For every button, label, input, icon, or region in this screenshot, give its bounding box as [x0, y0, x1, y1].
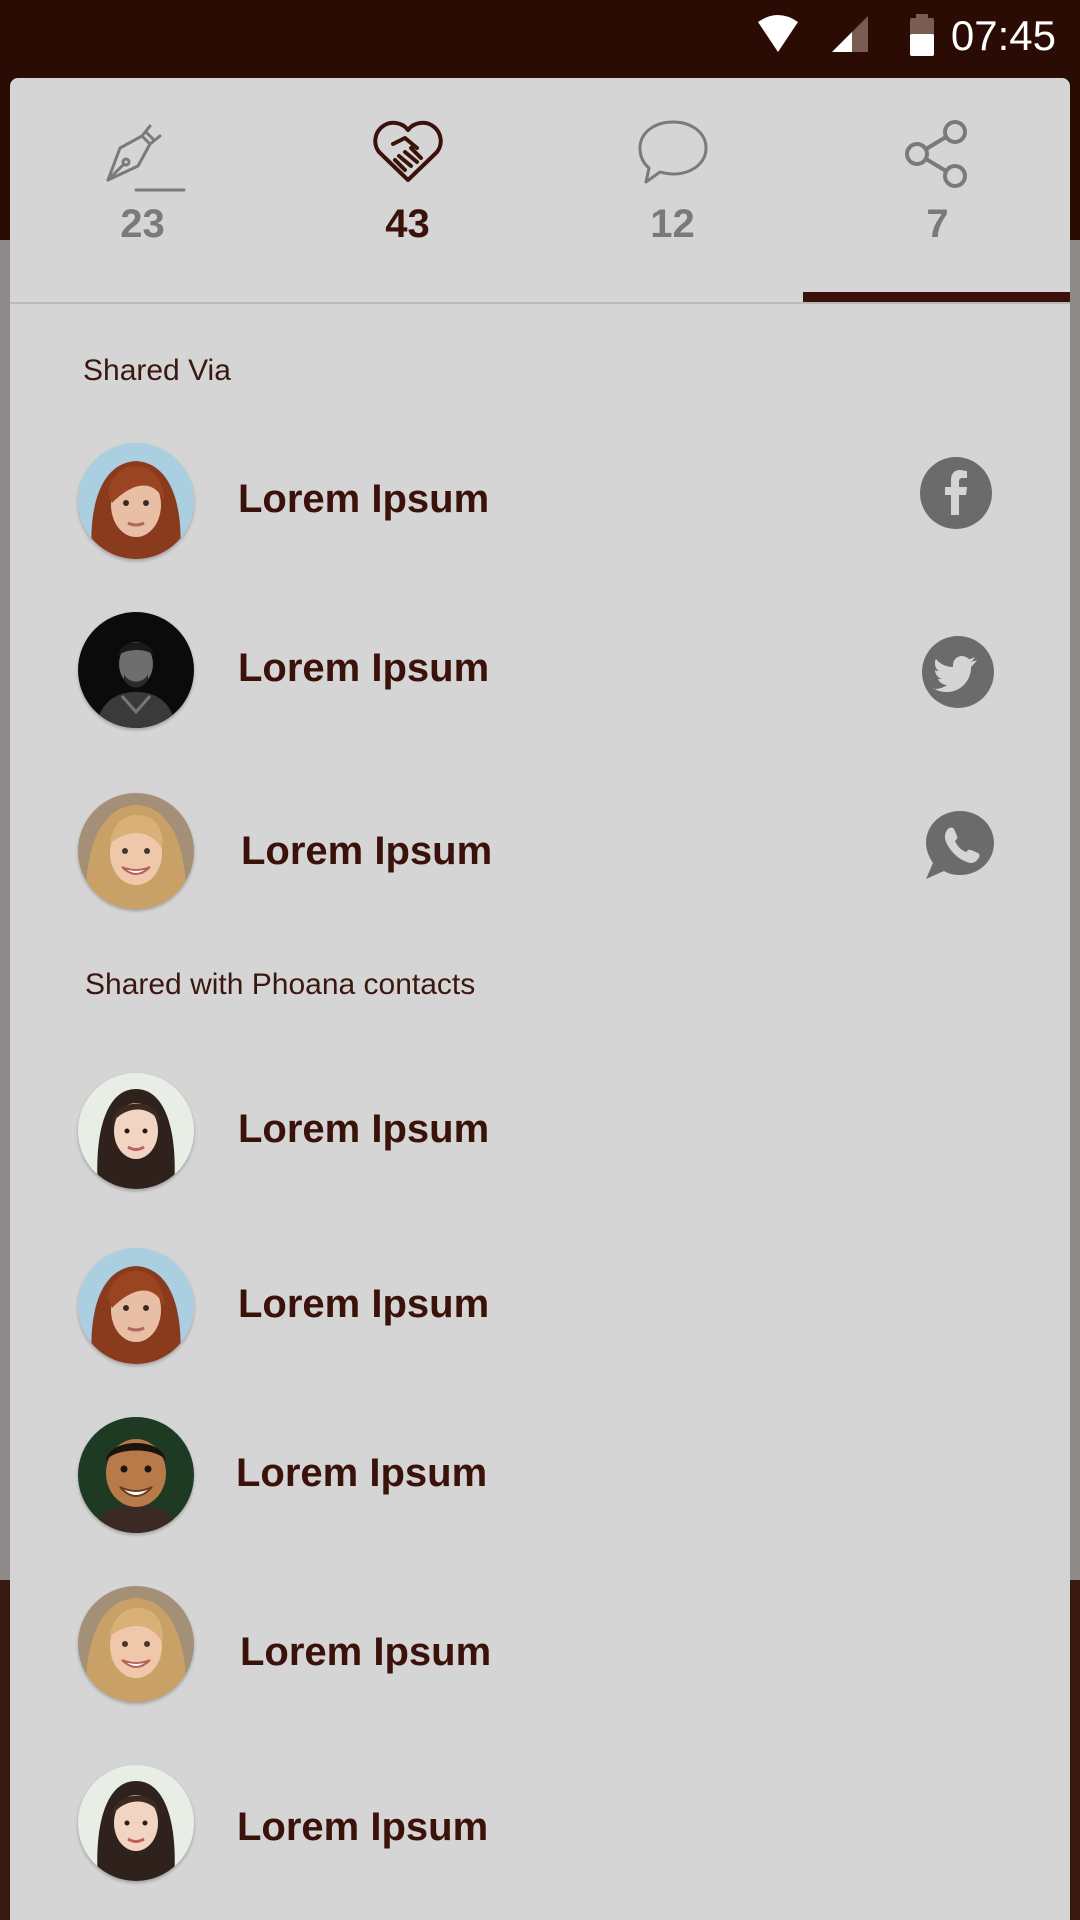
list-item[interactable]: Lorem Ipsum [10, 443, 1070, 563]
section-title-shared-via: Shared Via [83, 354, 231, 387]
status-time: 07:45 [950, 12, 1056, 59]
contact-name: Lorem Ipsum [238, 1282, 490, 1326]
avatar [78, 1417, 194, 1533]
section-title-shared-with: Shared with Phoana contacts [85, 968, 476, 1001]
pen-icon [106, 124, 185, 192]
twitter-icon[interactable] [922, 636, 994, 708]
facebook-icon[interactable] [920, 457, 992, 529]
avatar [78, 1586, 194, 1702]
list-item[interactable]: Lorem Ipsum [10, 1073, 1070, 1193]
battery-icon [910, 14, 934, 56]
tab-comments[interactable]: 12 [540, 78, 805, 302]
list-item[interactable]: Lorem Ipsum [10, 612, 1070, 732]
tab-count-comments: 12 [650, 202, 695, 246]
status-bar: 07:45 [0, 0, 1080, 72]
avatar [78, 1073, 194, 1189]
contact-name: Lorem Ipsum [238, 646, 490, 690]
contact-name: Lorem Ipsum [237, 1805, 489, 1849]
handshake-heart-icon [372, 120, 443, 182]
tab-count-shares: 7 [926, 202, 949, 246]
list-item[interactable]: Lorem Ipsum [10, 781, 1070, 909]
share-icon [904, 120, 967, 188]
contact-name: Lorem Ipsum [236, 1451, 488, 1495]
list-item[interactable]: Lorem Ipsum [10, 1417, 1070, 1537]
stats-tab-bar: 23 43 12 7 [10, 78, 1070, 304]
share-details-sheet: 23 43 12 7 Shared Via Lorem Ipsum Lorem … [10, 78, 1070, 1920]
list-item[interactable]: Lorem Ipsum [10, 1248, 1070, 1368]
tab-count-likes: 43 [385, 202, 430, 246]
tab-writes[interactable]: 23 [10, 78, 275, 302]
wifi-icon [758, 15, 798, 52]
avatar [78, 1765, 194, 1881]
selected-tab-indicator [803, 292, 1070, 302]
avatar [78, 443, 194, 559]
avatar [78, 1248, 194, 1364]
contact-name: Lorem Ipsum [241, 829, 493, 873]
tab-likes[interactable]: 43 [275, 78, 540, 302]
list-item[interactable]: Lorem Ipsum [10, 1586, 1070, 1706]
avatar [78, 612, 194, 728]
list-item[interactable]: Lorem Ipsum [10, 1765, 1070, 1885]
contact-name: Lorem Ipsum [238, 477, 490, 521]
avatar [78, 793, 194, 909]
contact-name: Lorem Ipsum [240, 1630, 492, 1674]
tab-shares[interactable]: 7 [805, 78, 1070, 302]
tab-count-writes: 23 [120, 202, 165, 246]
signal-icon [832, 16, 868, 52]
comment-icon [638, 120, 707, 184]
whatsapp-icon[interactable] [918, 803, 1002, 887]
contact-name: Lorem Ipsum [238, 1107, 490, 1151]
